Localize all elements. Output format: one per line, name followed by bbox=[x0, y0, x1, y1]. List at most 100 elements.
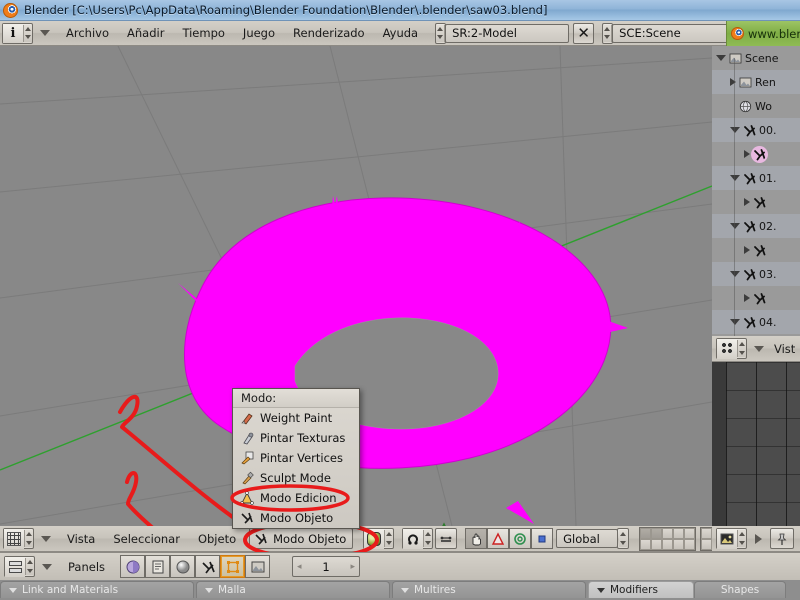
triangle-down-icon[interactable] bbox=[730, 223, 740, 229]
viewport-window-type-selector[interactable] bbox=[3, 528, 34, 549]
layer-button[interactable] bbox=[651, 538, 663, 550]
viewport-menu-vista[interactable]: Vista bbox=[58, 529, 104, 549]
menu-archivo[interactable]: Archivo bbox=[57, 23, 118, 43]
triangle-down-icon[interactable] bbox=[730, 175, 740, 181]
layer-button[interactable] bbox=[701, 538, 713, 550]
triangle-down-icon[interactable] bbox=[730, 319, 740, 325]
layer-button[interactable] bbox=[640, 527, 652, 539]
triangle-down-icon[interactable] bbox=[42, 563, 52, 570]
menu-anadir[interactable]: Añadir bbox=[118, 23, 173, 43]
layer-buttons-group-1[interactable] bbox=[639, 526, 697, 551]
panels-menu[interactable]: Panels bbox=[59, 557, 114, 577]
triangle-right-icon[interactable] bbox=[730, 78, 736, 86]
scene-spinner[interactable] bbox=[603, 24, 613, 42]
mode-popup-menu[interactable]: Modo: Weight Paint Pintar Texturas Pinta… bbox=[230, 388, 360, 529]
scene-name-field[interactable]: SCE:Scene bbox=[612, 23, 737, 43]
panel-tab-malla[interactable]: Malla bbox=[196, 581, 390, 598]
layer-button[interactable] bbox=[662, 527, 674, 539]
layer-button[interactable] bbox=[673, 538, 685, 550]
panel-tab-modifiers[interactable]: Modifiers bbox=[588, 581, 694, 598]
mode-dropdown[interactable]: Modo Objeto bbox=[249, 528, 354, 549]
right-window-type-selector[interactable] bbox=[716, 528, 747, 549]
outliner-row[interactable]: 02. bbox=[712, 214, 800, 238]
context-tab-editing[interactable] bbox=[220, 555, 246, 578]
triangle-down-icon[interactable] bbox=[730, 127, 740, 133]
pivot-selector[interactable] bbox=[402, 528, 434, 549]
outliner-row[interactable] bbox=[712, 142, 800, 166]
menu-ayuda[interactable]: Ayuda bbox=[374, 23, 428, 43]
triangle-down-icon[interactable] bbox=[730, 271, 740, 277]
outliner-row[interactable] bbox=[712, 190, 800, 214]
screen-name-field[interactable]: SR:2-Model bbox=[445, 23, 570, 43]
popup-item-pintar-texturas[interactable]: Pintar Texturas bbox=[233, 428, 359, 448]
layer-button[interactable] bbox=[673, 527, 685, 539]
draw-type-selector[interactable] bbox=[363, 528, 395, 549]
triangle-down-icon[interactable] bbox=[40, 30, 50, 36]
triangle-down-icon[interactable] bbox=[716, 55, 726, 61]
orientation-spinner[interactable] bbox=[617, 528, 630, 549]
popup-item-weight-paint[interactable]: Weight Paint bbox=[233, 408, 359, 428]
outliner-row[interactable] bbox=[712, 286, 800, 310]
screen-spinner[interactable] bbox=[436, 24, 446, 42]
outliner-row[interactable]: 03. bbox=[712, 262, 800, 286]
orientation-dropdown[interactable]: Global bbox=[556, 529, 619, 548]
layer-button[interactable] bbox=[651, 527, 663, 539]
layer-button[interactable] bbox=[701, 527, 713, 539]
viewport-menu-objeto[interactable]: Objeto bbox=[189, 529, 245, 549]
context-tab-shading[interactable] bbox=[170, 555, 196, 578]
layer-button[interactable] bbox=[640, 538, 652, 550]
panel-tab-link-and-materials[interactable]: Link and Materials bbox=[0, 581, 194, 598]
layer-button[interactable] bbox=[684, 527, 696, 539]
outliner-menu-vista[interactable]: Vist bbox=[771, 339, 798, 359]
frame-prev-arrow[interactable]: ◂ bbox=[297, 562, 302, 572]
panel-tab-shapes[interactable]: Shapes bbox=[694, 581, 786, 598]
outliner-row[interactable]: Ren bbox=[712, 70, 800, 94]
web-link-banner[interactable]: www.bler bbox=[726, 21, 800, 46]
triangle-right-icon[interactable] bbox=[744, 246, 750, 254]
context-tab-scene[interactable] bbox=[245, 555, 271, 578]
popup-item-modo-edicion[interactable]: Modo Edicion bbox=[230, 484, 359, 512]
context-tab-logic[interactable] bbox=[120, 555, 146, 578]
triangle-right-icon[interactable] bbox=[755, 533, 762, 544]
outliner-panel[interactable]: SceneRenWo00.01.02.03.04.Car bbox=[712, 46, 800, 336]
manipulator-rotate-button[interactable] bbox=[487, 528, 510, 549]
popup-item-sculpt-mode[interactable]: Sculpt Mode bbox=[233, 468, 359, 488]
triangle-down-icon[interactable] bbox=[754, 345, 764, 352]
popup-item-modo-objeto[interactable]: Modo Objeto bbox=[233, 508, 359, 528]
outliner-row[interactable]: Wo bbox=[712, 94, 800, 118]
manipulator-square-button[interactable] bbox=[531, 528, 554, 549]
buttons-type-spinner[interactable] bbox=[25, 558, 34, 575]
manipulator-scale-button[interactable] bbox=[509, 528, 532, 549]
triangle-right-icon[interactable] bbox=[744, 150, 750, 158]
menu-juego[interactable]: Juego bbox=[234, 23, 284, 43]
snap-button[interactable] bbox=[435, 528, 458, 549]
layer-button[interactable] bbox=[662, 538, 674, 550]
outliner-row[interactable] bbox=[712, 238, 800, 262]
menu-tiempo[interactable]: Tiempo bbox=[173, 23, 233, 43]
viewport-menu-seleccionar[interactable]: Seleccionar bbox=[104, 529, 189, 549]
layer-button[interactable] bbox=[684, 538, 696, 550]
panel-tab-multires[interactable]: Multires bbox=[392, 581, 586, 598]
right-side-panel[interactable] bbox=[712, 362, 800, 526]
manipulator-translate-button[interactable] bbox=[465, 528, 488, 549]
outliner-type-spinner[interactable] bbox=[737, 340, 746, 357]
outliner-row[interactable]: 01. bbox=[712, 166, 800, 190]
right-type-spinner[interactable] bbox=[737, 530, 746, 547]
outliner-row[interactable]: 00. bbox=[712, 118, 800, 142]
outliner-row[interactable]: Scene bbox=[712, 46, 800, 70]
pin-button[interactable] bbox=[770, 528, 794, 549]
window-type-selector[interactable]: i bbox=[2, 22, 33, 44]
pivot-spinner[interactable] bbox=[423, 530, 433, 547]
outliner-row[interactable]: 04. bbox=[712, 310, 800, 334]
frame-next-arrow[interactable]: ▸ bbox=[350, 562, 355, 572]
current-frame-field[interactable]: ◂ 1 ▸ bbox=[292, 556, 361, 577]
triangle-right-icon[interactable] bbox=[744, 294, 750, 302]
menu-renderizado[interactable]: Renderizado bbox=[284, 23, 374, 43]
popup-item-pintar-vertices[interactable]: Pintar Vertices bbox=[233, 448, 359, 468]
screen-delete-button[interactable]: ✕ bbox=[573, 22, 595, 44]
triangle-down-icon[interactable] bbox=[41, 535, 51, 542]
triangle-right-icon[interactable] bbox=[744, 198, 750, 206]
outliner-window-type-selector[interactable] bbox=[716, 338, 747, 359]
context-tab-script[interactable] bbox=[145, 555, 171, 578]
window-type-spinner[interactable] bbox=[23, 24, 32, 42]
